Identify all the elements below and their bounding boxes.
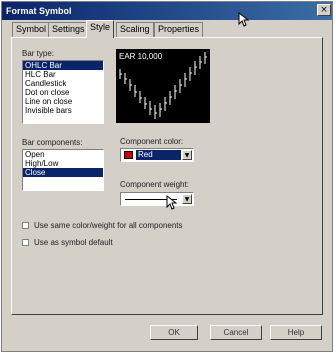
tab-properties[interactable]: Properties bbox=[154, 22, 204, 37]
bar-components-list[interactable]: Open High/Low Close bbox=[22, 149, 104, 191]
window-title: Format Symbol bbox=[6, 6, 72, 16]
color-swatch bbox=[124, 151, 133, 159]
bar-type-label: Bar type: bbox=[22, 49, 55, 58]
mouse-cursor-icon bbox=[166, 195, 178, 210]
symbol-default-checkbox[interactable] bbox=[22, 239, 29, 246]
component-weight-label: Component weight: bbox=[120, 180, 189, 189]
component-weight-select[interactable]: ▼ bbox=[120, 192, 194, 206]
list-item[interactable]: Open bbox=[23, 150, 103, 159]
list-item[interactable]: High/Low bbox=[23, 159, 103, 168]
tab-label: Symbol bbox=[16, 24, 47, 34]
mouse-cursor-icon bbox=[238, 12, 250, 27]
list-item[interactable]: Line on close bbox=[23, 97, 103, 106]
bar-type-list[interactable]: OHLC Bar HLC Bar Candlestick Dot on clos… bbox=[22, 60, 104, 124]
tab-scaling[interactable]: Scaling bbox=[116, 22, 154, 37]
list-item[interactable]: Close bbox=[23, 168, 103, 177]
tab-label: Scaling bbox=[120, 24, 150, 34]
tab-label: Style bbox=[90, 22, 111, 32]
same-color-checkbox[interactable] bbox=[22, 222, 29, 229]
tab-settings[interactable]: Settings bbox=[48, 22, 89, 37]
bar-style-preview: EAR 10,000 bbox=[116, 49, 210, 123]
ok-button[interactable]: OK bbox=[150, 325, 198, 340]
color-value: Red bbox=[136, 150, 181, 160]
bar-components-label: Bar components: bbox=[22, 138, 83, 147]
list-item[interactable]: Dot on close bbox=[23, 88, 103, 97]
list-item[interactable]: OHLC Bar bbox=[23, 61, 103, 70]
tab-symbol[interactable]: Symbol bbox=[12, 22, 51, 37]
chevron-down-icon[interactable]: ▼ bbox=[182, 150, 192, 160]
same-color-label: Use same color/weight for all components bbox=[34, 221, 183, 230]
list-item[interactable]: HLC Bar bbox=[23, 70, 103, 79]
preview-bars bbox=[119, 52, 207, 119]
tab-label: Properties bbox=[158, 24, 200, 34]
help-button[interactable]: Help bbox=[270, 325, 322, 340]
close-icon: × bbox=[320, 5, 328, 15]
component-color-select[interactable]: Red ▼ bbox=[120, 148, 194, 162]
list-item[interactable]: Candlestick bbox=[23, 79, 103, 88]
cancel-button[interactable]: Cancel bbox=[210, 325, 262, 340]
tab-style[interactable]: Style bbox=[86, 20, 115, 38]
list-item[interactable]: Invisible bars bbox=[23, 106, 103, 115]
close-button[interactable]: × bbox=[317, 4, 331, 16]
tab-label: Settings bbox=[52, 24, 85, 34]
title-bar: Format Symbol bbox=[2, 2, 332, 20]
chevron-down-icon[interactable]: ▼ bbox=[182, 194, 192, 204]
component-color-label: Component color: bbox=[120, 137, 184, 146]
symbol-default-label: Use as symbol default bbox=[34, 238, 113, 247]
